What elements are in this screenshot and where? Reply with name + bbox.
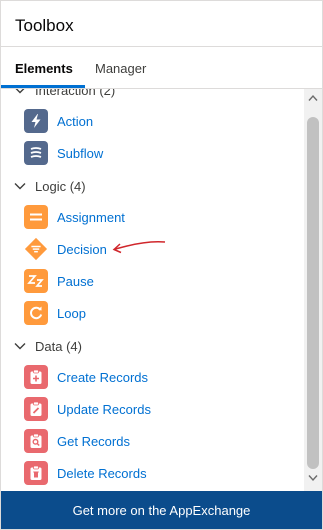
element-label: Get Records	[57, 433, 130, 449]
scroll-up-arrow-icon[interactable]	[308, 94, 318, 102]
appexchange-label: Get more on the AppExchange	[72, 502, 251, 518]
toolbox-tabs: Elements Manager	[1, 47, 322, 89]
section-interaction[interactable]: Interaction (2)	[13, 89, 115, 101]
loop-arrow-icon	[24, 301, 48, 325]
element-update-records[interactable]: Update Records	[24, 396, 151, 422]
update-records-icon	[24, 397, 48, 421]
element-subflow[interactable]: Subflow	[24, 140, 103, 166]
element-get-records[interactable]: Get Records	[24, 428, 130, 454]
element-label: Create Records	[57, 369, 149, 385]
red-arrow-annotation	[112, 241, 166, 254]
section-data[interactable]: Data (4)	[13, 335, 82, 357]
element-label: Action	[57, 113, 94, 129]
subflow-icon	[24, 141, 48, 165]
section-label: Data (4)	[35, 338, 82, 354]
section-logic[interactable]: Logic (4)	[13, 175, 86, 197]
element-label: Pause	[57, 273, 94, 289]
element-label: Assignment	[57, 209, 125, 225]
element-label: Delete Records	[57, 465, 147, 481]
toolbox-title: Toolbox	[15, 16, 74, 35]
section-label: Logic (4)	[35, 178, 86, 194]
toolbox-panel: Toolbox Elements Manager Interaction (2)…	[0, 0, 323, 530]
tab-elements[interactable]: Elements	[15, 61, 73, 76]
element-label: Loop	[57, 305, 86, 321]
element-label: Update Records	[57, 401, 151, 417]
active-tab-indicator	[1, 85, 85, 88]
element-label: Decision	[57, 241, 107, 257]
element-action[interactable]: Action	[24, 108, 93, 134]
element-pause[interactable]: Pause	[24, 268, 94, 294]
assignment-equals-icon	[24, 205, 48, 229]
elements-list: Interaction (2) Action Subflow Logic (4)…	[1, 89, 304, 491]
create-records-icon	[24, 365, 48, 389]
element-decision[interactable]: Decision	[24, 236, 107, 262]
list-scrollbar[interactable]	[304, 89, 322, 491]
pause-zz-icon	[24, 269, 48, 293]
element-create-records[interactable]: Create Records	[24, 364, 148, 390]
scroll-down-arrow-icon[interactable]	[308, 474, 318, 482]
tab-manager[interactable]: Manager	[95, 61, 146, 76]
element-assignment[interactable]: Assignment	[24, 204, 125, 230]
element-loop[interactable]: Loop	[24, 300, 86, 326]
appexchange-button[interactable]: Get more on the AppExchange	[1, 491, 322, 529]
chevron-down-icon	[14, 183, 26, 190]
chevron-down-icon	[15, 89, 25, 94]
decision-diamond-icon	[24, 237, 48, 261]
element-delete-records[interactable]: Delete Records	[24, 460, 147, 486]
scrollbar-thumb[interactable]	[307, 117, 319, 469]
toolbox-header: Toolbox	[1, 1, 322, 47]
chevron-down-icon	[14, 343, 26, 350]
section-label: Interaction (2)	[35, 89, 116, 98]
element-label: Subflow	[57, 145, 104, 161]
delete-records-icon	[24, 461, 48, 485]
get-records-icon	[24, 429, 48, 453]
lightning-bolt-icon	[24, 109, 48, 133]
